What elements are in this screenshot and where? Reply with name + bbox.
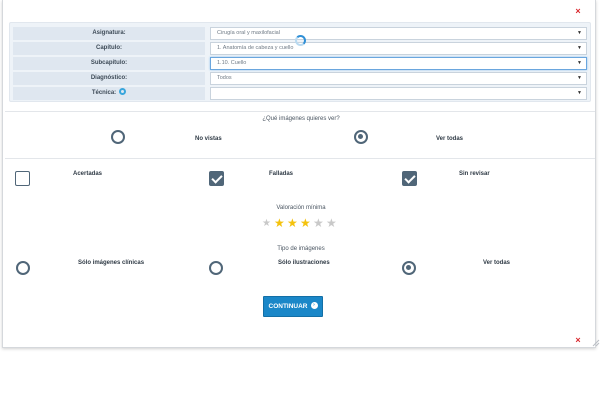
filter-label: Técnica:: [91, 90, 117, 96]
filter-label: Capítulo:: [13, 42, 205, 55]
image-type-title: Tipo de imágenes: [277, 246, 325, 252]
divider: [5, 111, 595, 112]
checkbox-acertadas[interactable]: [15, 171, 30, 186]
radio-solo-clinicas[interactable]: [16, 261, 30, 275]
arrow-right-icon: ›: [310, 301, 318, 309]
close-icon[interactable]: ×: [573, 335, 583, 345]
caret-down-icon: ▼: [577, 60, 582, 66]
star-icon[interactable]: ★: [262, 217, 271, 231]
capitulo-select[interactable]: 1. Anatomía de cabeza y cuello ▼: [210, 42, 587, 55]
filter-label-container: Técnica:: [13, 87, 205, 100]
select-value: 1. Anatomía de cabeza y cuello: [217, 45, 294, 51]
select-value: Todos: [217, 75, 232, 81]
asignatura-select[interactable]: Cirugía oral y maxilofacial ▼: [210, 27, 587, 40]
loading-spinner-icon: [295, 35, 306, 46]
radio-ver-todas-tipo[interactable]: [402, 261, 416, 275]
caret-down-icon: ▼: [577, 90, 582, 96]
filter-modal: × Asignatura: Cirugía oral y maxilofacia…: [2, 0, 596, 348]
rating-stars: ★ ★ ★ ★ ★ ★: [262, 216, 342, 230]
option-label-ver-todas: Ver todas: [436, 136, 464, 142]
filter-row-diagnostico: Diagnóstico: Todos ▼: [13, 72, 587, 85]
caret-down-icon: ▼: [577, 75, 582, 81]
caret-down-icon: ▼: [577, 45, 582, 51]
radio-ver-todas[interactable]: [354, 130, 368, 144]
info-icon[interactable]: [119, 87, 127, 95]
diagnostico-select[interactable]: Todos ▼: [210, 72, 587, 85]
filter-label: Diagnóstico:: [13, 72, 205, 85]
resize-grip-icon[interactable]: [592, 338, 600, 348]
star-icon[interactable]: ★: [300, 216, 311, 230]
star-icon[interactable]: ★: [274, 216, 285, 230]
option-label-acertadas: Acertadas: [73, 171, 103, 177]
subcapitulo-select[interactable]: 1.10. Cuello ▼: [210, 57, 587, 70]
select-value: Cirugía oral y maxilofacial: [217, 30, 280, 36]
star-icon[interactable]: ★: [326, 216, 337, 230]
filter-row-subcapitulo: Subcapítulo: 1.10. Cuello ▼: [13, 57, 587, 70]
option-label-no-vistas: No vistas: [195, 136, 222, 142]
continue-button[interactable]: CONTINUAR ›: [263, 296, 323, 317]
caret-down-icon: ▼: [577, 30, 582, 36]
close-icon[interactable]: ×: [573, 6, 583, 16]
star-icon[interactable]: ★: [287, 216, 298, 230]
filter-label: Subcapítulo:: [13, 57, 205, 70]
rating-title: Valoración mínima: [276, 205, 326, 211]
option-label-solo-clinicas: Sólo imágenes clínicas: [78, 260, 145, 266]
filter-row-tecnica: Técnica: ▼: [13, 87, 587, 100]
option-label-solo-ilustraciones: Sólo ilustraciones: [278, 260, 330, 266]
checkbox-sin-revisar[interactable]: [402, 171, 417, 186]
images-question-title: ¿Qué imágenes quieres ver?: [262, 116, 340, 122]
filter-panel: Asignatura: Cirugía oral y maxilofacial …: [9, 22, 591, 102]
select-value: 1.10. Cuello: [217, 60, 247, 66]
divider: [5, 158, 595, 159]
option-label-sin-revisar: Sin revisar: [459, 171, 490, 177]
tecnica-select[interactable]: ▼: [210, 87, 587, 100]
option-label-ver-todas-tipo: Ver todas: [483, 260, 511, 266]
radio-no-vistas[interactable]: [111, 130, 125, 144]
continue-button-label: CONTINUAR: [268, 303, 308, 310]
checkbox-falladas[interactable]: [209, 171, 224, 186]
star-icon[interactable]: ★: [313, 216, 324, 230]
filter-label: Asignatura:: [13, 27, 205, 40]
radio-solo-ilustraciones[interactable]: [209, 261, 223, 275]
option-label-falladas: Falladas: [269, 171, 294, 177]
